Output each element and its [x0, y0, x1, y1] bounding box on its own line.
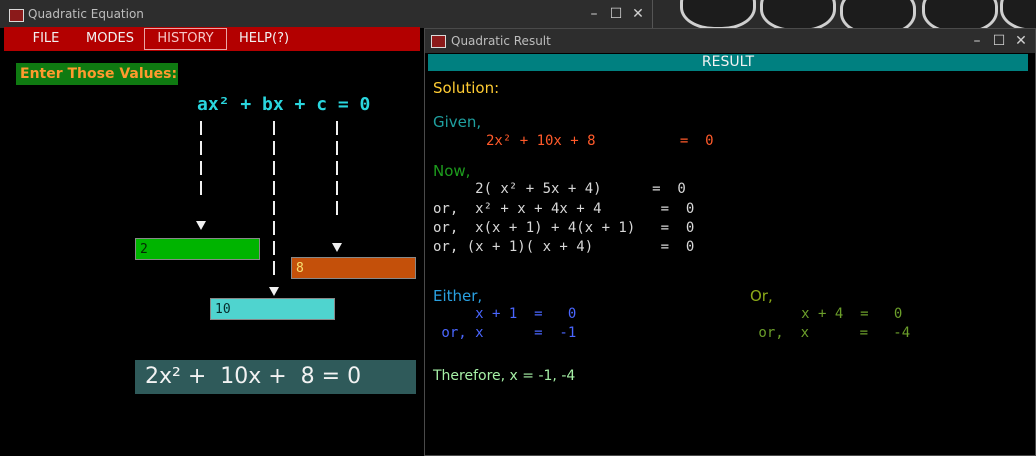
step-line: or, x(x + 1) + 4(x + 1) = 0 — [433, 220, 695, 236]
step-line: 2( x² + 5x + 4) = 0 — [433, 181, 686, 197]
window-app-icon — [431, 35, 446, 48]
menu-modes[interactable]: MODES — [80, 29, 140, 49]
coefficient-b-input[interactable]: 10 — [210, 298, 335, 320]
either-line: x + 1 = 0 — [433, 306, 577, 322]
either-label: Either, — [433, 287, 483, 305]
guide-line-a — [200, 121, 202, 201]
equation-template: ax² + bx + c = 0 — [197, 94, 371, 115]
down-arrow-icon — [332, 243, 342, 252]
step-line: or, (x + 1)( x + 4) = 0 — [433, 239, 695, 255]
window-app-icon — [9, 9, 24, 22]
close-icon[interactable]: ✕ — [630, 6, 646, 22]
menu-file[interactable]: FILE — [22, 29, 70, 49]
maximize-icon[interactable]: ☐ — [991, 33, 1007, 49]
result-header: RESULT — [428, 54, 1028, 71]
minimize-icon[interactable]: – — [586, 6, 602, 22]
menu-bar: FILE MODES HISTORY HELP(?) — [4, 27, 420, 51]
given-label: Given, — [433, 113, 482, 131]
guide-line-b — [273, 121, 275, 281]
enter-values-label: Enter Those Values: — [16, 63, 178, 85]
down-arrow-icon — [269, 287, 279, 296]
or-line: x + 4 = 0 — [759, 306, 903, 322]
main-window-title: Quadratic Equation — [28, 7, 144, 21]
maximize-icon[interactable]: ☐ — [608, 6, 624, 22]
equation-display: 2x² + 10x + 8 = 0 — [135, 360, 416, 394]
down-arrow-icon — [196, 221, 206, 230]
main-titlebar[interactable]: Quadratic Equation – ☐ ✕ — [0, 0, 652, 28]
desktop-background — [650, 0, 1036, 30]
guide-line-c — [336, 121, 338, 221]
step-line: or, x² + x + 4x + 4 = 0 — [433, 201, 695, 217]
or-label: Or, — [750, 287, 773, 305]
given-equation: 2x² + 10x + 8 = 0 — [486, 133, 714, 149]
quadratic-result-window: Quadratic Result – ☐ ✕ RESULT Solution: … — [424, 28, 1036, 456]
coefficient-a-input[interactable]: 2 — [135, 238, 260, 260]
coefficient-c-input[interactable]: 8 — [291, 257, 416, 279]
therefore-line: Therefore, x = -1, -4 — [433, 368, 576, 384]
result-window-title: Quadratic Result — [451, 34, 551, 48]
solution-label: Solution: — [433, 79, 500, 97]
or-line: or, x = -4 — [750, 325, 911, 341]
either-line: or, x = -1 — [433, 325, 577, 341]
menu-history[interactable]: HISTORY — [144, 28, 227, 50]
result-titlebar[interactable]: Quadratic Result – ☐ ✕ — [425, 29, 1035, 53]
menu-help[interactable]: HELP(?) — [232, 29, 296, 49]
now-label: Now, — [433, 162, 471, 180]
minimize-icon[interactable]: – — [969, 33, 985, 49]
close-icon[interactable]: ✕ — [1013, 33, 1029, 49]
